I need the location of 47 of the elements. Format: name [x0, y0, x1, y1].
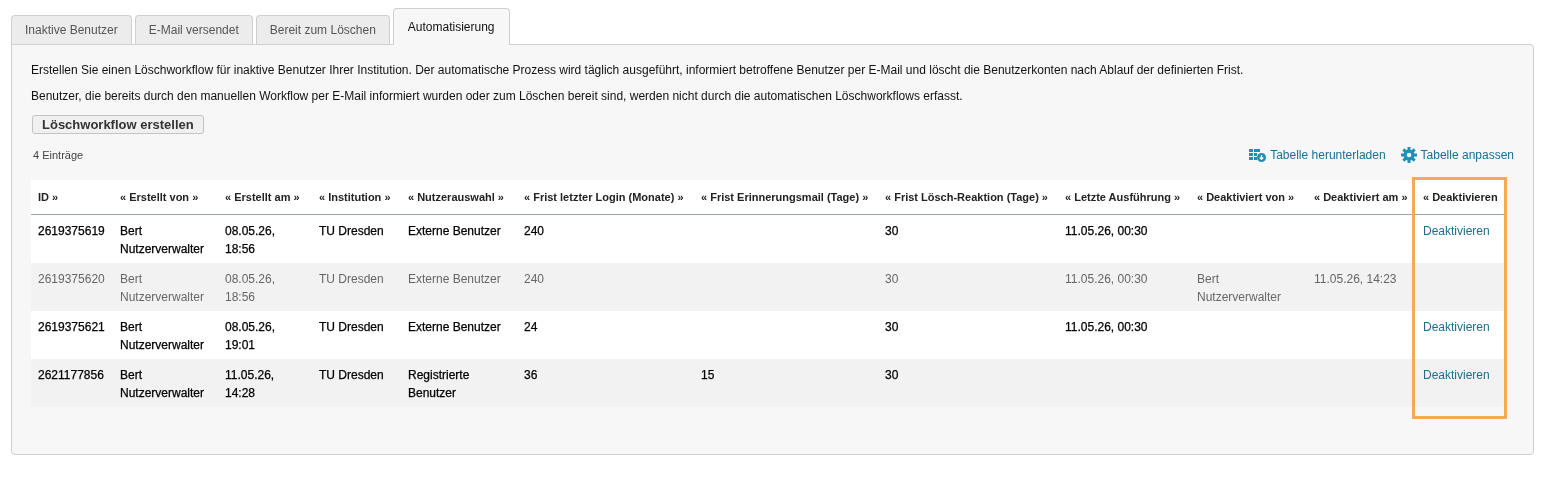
- table-cell: 11.05.26, 14:23: [1314, 272, 1397, 286]
- table-cell: Externe Benutzer: [408, 224, 501, 238]
- table-cell: 2619375621: [38, 320, 105, 334]
- table-cell: Bert Nutzerverwalter: [1197, 272, 1282, 304]
- table-cell: 30: [885, 224, 899, 238]
- table-cell: 2619375620: [38, 272, 105, 286]
- table-cell: 11.05.26, 00:30: [1065, 320, 1148, 334]
- table-cell: 11.05.26, 00:30: [1065, 272, 1148, 286]
- table-download-icon: [1249, 147, 1267, 163]
- table-cell: Registrierte Benutzer: [408, 368, 470, 400]
- table-cell: 36: [524, 368, 538, 382]
- customize-table-link[interactable]: Tabelle anpassen: [1400, 147, 1514, 163]
- create-workflow-button[interactable]: Löschworkflow erstellen: [32, 115, 204, 134]
- description-text: Benutzer, die bereits durch den manuellen Workflow per E-Mail informiert wurden oder zum Löschen bereit sind, werden nicht durch die automatischen Löschworkflows erfasst.: [31, 89, 964, 103]
- table-cell: Bert Nutzerverwalter: [120, 368, 205, 400]
- tab[interactable]: Inaktive Benutzer: [11, 15, 132, 44]
- column-header[interactable]: ID »: [38, 191, 59, 203]
- table-cell: Bert Nutzerverwalter: [120, 320, 205, 352]
- table-cell: Bert Nutzerverwalter: [120, 272, 205, 304]
- table-cell: 24: [524, 320, 538, 334]
- table-cell: 30: [885, 272, 899, 286]
- tab[interactable]: Automatisierung: [392, 8, 510, 45]
- table-cell: 30: [885, 368, 899, 382]
- table-cell: TU Dresden: [319, 224, 384, 238]
- table-cell: 08.05.26, 19:01: [225, 320, 276, 352]
- table-cell: 240: [524, 272, 545, 286]
- settings-icon: [1400, 147, 1417, 163]
- description-text: Erstellen Sie einen Löschworkflow für inaktive Benutzer Ihrer Institution. Der automatische Prozess wird täglich ausgeführt, informiert betroffene Benutzer per E-Mail und löscht die Benutzerkonten nach Ablauf der definierten Frist.: [31, 63, 1245, 77]
- table-cell: 08.05.26, 18:56: [225, 224, 276, 256]
- table-cell: 30: [885, 320, 899, 334]
- table-cell: 2621177856: [38, 368, 104, 382]
- table-cell: 11.05.26, 14:28: [225, 368, 275, 400]
- entry-count: 4 Einträge: [33, 149, 84, 161]
- download-table-link[interactable]: Tabelle herunterladen: [1249, 147, 1386, 163]
- table-cell: Externe Benutzer: [408, 272, 501, 286]
- tab[interactable]: Bereit zum Löschen: [255, 15, 390, 44]
- table-cell: Bert Nutzerverwalter: [120, 224, 205, 256]
- table-cell: TU Dresden: [319, 320, 384, 334]
- table-cell: 15: [701, 368, 715, 382]
- table-cell: 08.05.26, 18:56: [225, 272, 276, 304]
- tab[interactable]: E-Mail versendet: [134, 15, 253, 44]
- table-cell: Externe Benutzer: [408, 320, 501, 334]
- table-cell: 2619375619: [38, 224, 105, 238]
- table-cell: 11.05.26, 00:30: [1065, 224, 1148, 238]
- table-cell: TU Dresden: [319, 272, 384, 286]
- table-cell: 240: [524, 224, 545, 238]
- table-cell: TU Dresden: [319, 368, 384, 382]
